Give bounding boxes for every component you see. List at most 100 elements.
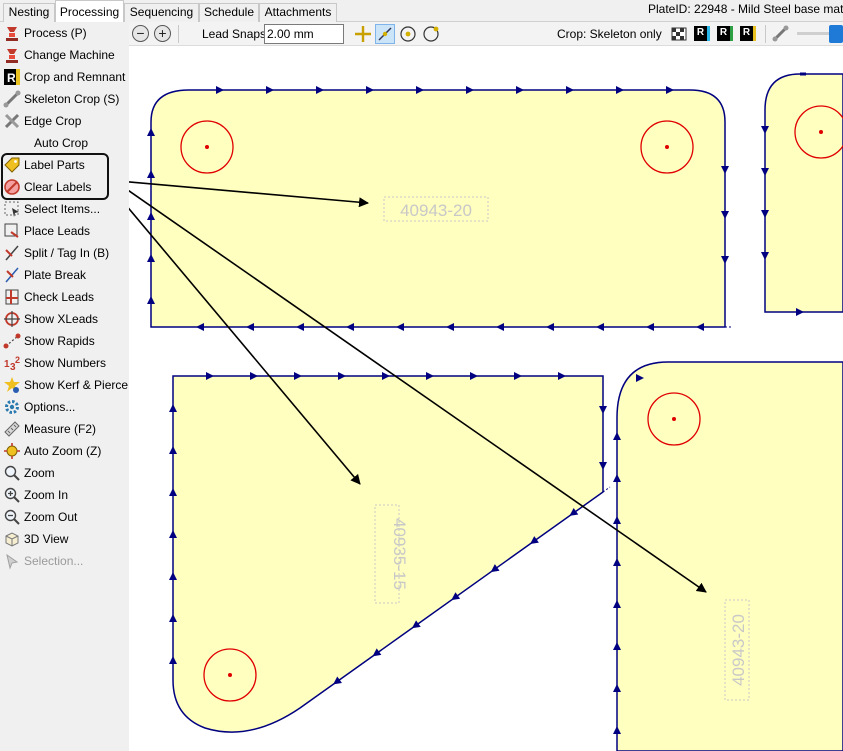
menu-check-leads[interactable]: Check Leads	[0, 286, 129, 308]
zoom-out-button[interactable]: −	[132, 25, 149, 42]
part-label[interactable]: 40943-20	[729, 614, 748, 686]
tab-processing[interactable]: Processing	[55, 0, 124, 23]
snap-line-icon	[378, 27, 392, 41]
part-middle-left[interactable]	[172, 375, 604, 733]
menu-selection: Selection...	[0, 550, 129, 572]
part-label[interactable]: 40935-15	[390, 518, 409, 590]
skeleton-tool-button[interactable]	[771, 24, 791, 44]
part-label[interactable]: 40943-20	[400, 201, 472, 220]
menu-label: Show Rapids	[24, 334, 95, 348]
menu-process[interactable]: Process (P)	[0, 22, 129, 44]
tab-sequencing[interactable]: Sequencing	[124, 3, 199, 22]
menu-auto-zoom[interactable]: Auto Zoom (Z)	[0, 440, 129, 462]
snap-line-button[interactable]	[375, 24, 395, 44]
tab-bar: Nesting Processing Sequencing Schedule A…	[0, 0, 843, 23]
tab-schedule[interactable]: Schedule	[199, 3, 259, 22]
menu-edge-crop[interactable]: Edge Crop	[0, 110, 129, 132]
menu-measure[interactable]: Measure (F2)	[0, 418, 129, 440]
crosshair-icon	[355, 26, 371, 42]
menu-label: Split / Tag In (B)	[24, 246, 110, 260]
remnant-r-green-button[interactable]: R	[717, 26, 733, 41]
lead-snaps-input[interactable]	[264, 24, 344, 44]
menu-zoom-in[interactable]: Zoom In	[0, 484, 129, 506]
kerf-icon	[4, 377, 20, 393]
menu-plate-break[interactable]: Plate Break	[0, 264, 129, 286]
menu-crop-remnant[interactable]: R Crop and Remnant	[0, 66, 129, 88]
lead-snaps-label: Lead Snaps	[202, 27, 267, 41]
part-top-right[interactable]	[764, 73, 843, 313]
toolbar-divider	[178, 25, 179, 43]
menu-show-rapids[interactable]: Show Rapids	[0, 330, 129, 352]
menu-label: Check Leads	[24, 290, 95, 304]
menu-label: Measure (F2)	[24, 422, 97, 436]
svg-text:2: 2	[15, 355, 20, 365]
menu-3d-view[interactable]: 3D View	[0, 528, 129, 550]
tab-nesting[interactable]: Nesting	[3, 3, 55, 22]
menu-options[interactable]: Options...	[0, 396, 129, 418]
numbers-icon: 1 32	[4, 355, 20, 372]
split-icon	[5, 245, 19, 261]
tab-attachments[interactable]: Attachments	[259, 3, 337, 22]
checker-icon	[671, 27, 687, 41]
snap-arc-button[interactable]	[421, 24, 441, 44]
menu-label: Show Kerf & Pierce	[24, 378, 129, 392]
zoom-out-icon	[4, 509, 20, 525]
menu-zoom[interactable]: Zoom	[0, 462, 129, 484]
menu-show-xleads[interactable]: Show XLeads	[0, 308, 129, 330]
remnant-r-blue-button[interactable]: R	[694, 26, 710, 41]
snap-center-button[interactable]	[398, 24, 418, 44]
cube-icon	[5, 532, 19, 547]
edge-crop-icon	[4, 113, 20, 129]
menu-label: Show XLeads	[24, 312, 99, 326]
menu-zoom-out[interactable]: Zoom Out	[0, 506, 129, 528]
menu-change-machine[interactable]: Change Machine	[0, 44, 129, 66]
menu-skeleton-crop[interactable]: Skeleton Crop (S)	[0, 88, 129, 110]
ruler-icon	[4, 421, 20, 437]
select-icon	[4, 201, 19, 217]
pierce-point	[205, 145, 209, 149]
menu-label: Plate Break	[24, 268, 87, 282]
nest-drawing: 40943-20 40935-15 40943-20	[129, 72, 843, 751]
gear-icon	[5, 400, 19, 414]
menu-split-tag[interactable]: Split / Tag In (B)	[0, 242, 129, 264]
processing-sidebar: Process (P) Change Machine R Crop and Re…	[0, 22, 129, 751]
pierce-point	[665, 145, 669, 149]
bone-icon	[772, 25, 789, 42]
menu-label: 3D View	[24, 532, 69, 546]
menu-label: Show Numbers	[24, 356, 107, 370]
menu-label: Crop and Remnant	[24, 70, 126, 84]
menu-label: Options...	[24, 400, 76, 414]
menu-label: Edge Crop	[24, 114, 82, 128]
zoom-slider-thumb[interactable]	[829, 25, 843, 43]
crop-checker-button[interactable]	[669, 24, 689, 44]
menu-show-numbers[interactable]: 132 Show Numbers	[0, 352, 129, 374]
menu-label: Process (P)	[24, 26, 87, 40]
menu-place-leads[interactable]: Place Leads	[0, 220, 129, 242]
menu-label: Auto Zoom (Z)	[24, 444, 102, 458]
selection-icon	[6, 553, 19, 570]
processing-toolbar: − + Lead Snaps Crop: Skeleton only R R R	[129, 22, 843, 46]
part-bottom-right[interactable]	[616, 361, 843, 751]
auto-zoom-icon	[4, 443, 20, 459]
plate-info: PlateID: 22948 - Mild Steel base mate	[648, 2, 843, 16]
remnant-icon: R	[4, 69, 20, 85]
remnant-r-yellow-button[interactable]: R	[740, 26, 756, 41]
zoom-in-icon	[4, 487, 20, 503]
machine-icon	[6, 49, 18, 63]
menu-label: Skeleton Crop (S)	[24, 92, 120, 106]
menu-select-items[interactable]: Select Items...	[0, 198, 129, 220]
menu-label: Auto Crop	[34, 136, 89, 150]
plate-break-icon	[5, 267, 19, 283]
pierce-point	[819, 130, 823, 134]
place-leads-icon	[4, 223, 19, 238]
menu-show-kerf[interactable]: Show Kerf & Pierce	[0, 374, 129, 396]
zoom-in-button[interactable]: +	[154, 25, 171, 42]
menu-auto-crop[interactable]: Auto Crop	[0, 132, 129, 154]
snap-cross-button[interactable]	[353, 24, 373, 44]
menu-label: Change Machine	[24, 48, 115, 62]
lead-in-line	[602, 486, 611, 493]
nest-canvas[interactable]: 40943-20 40935-15 40943-20	[129, 46, 843, 751]
snap-center-icon	[400, 26, 416, 42]
menu-label: Selection...	[24, 554, 84, 568]
rapids-icon	[3, 333, 21, 349]
